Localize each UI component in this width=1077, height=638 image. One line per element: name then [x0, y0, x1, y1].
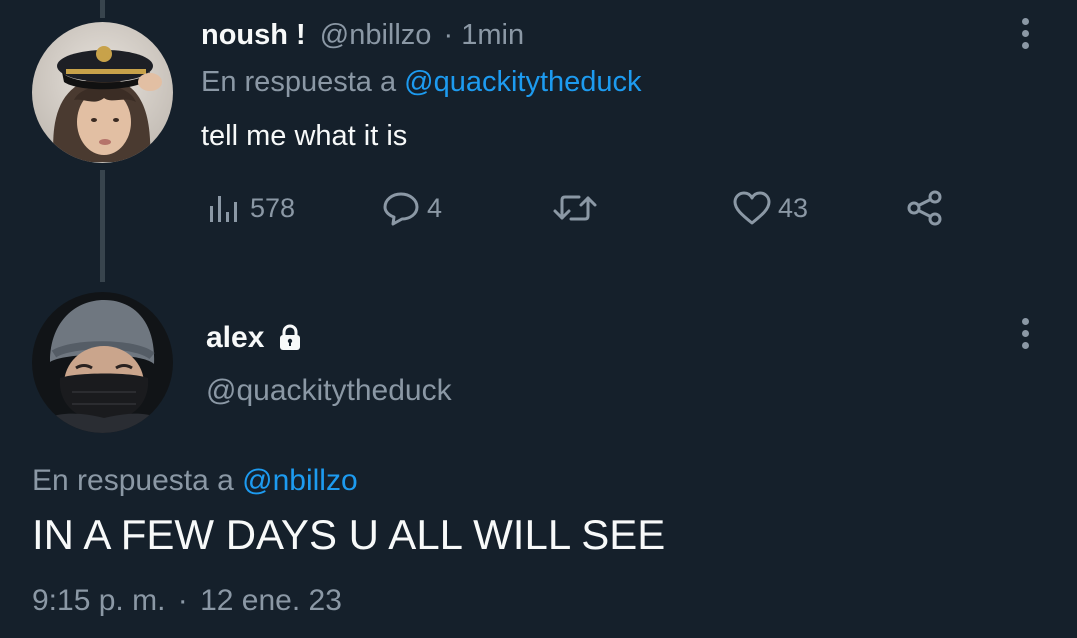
- views-count: 578: [250, 192, 296, 223]
- share-button[interactable]: [906, 186, 944, 230]
- main-replying-to: En respuesta a @nbillzo: [32, 461, 358, 501]
- reply-more-icon[interactable]: [1019, 18, 1031, 58]
- reply-time[interactable]: 1min: [461, 19, 524, 51]
- main-more-icon[interactable]: [1019, 318, 1031, 358]
- main-timestamp[interactable]: 9:15 p. m.: [32, 584, 165, 617]
- views-button[interactable]: 578: [208, 186, 295, 230]
- main-timestamp-row: 9:15 p. m. · 12 ene. 23: [32, 581, 342, 621]
- reply-replying-to-handle[interactable]: @quackitytheduck: [404, 66, 641, 98]
- likes-count: 43: [778, 192, 809, 223]
- avatar-noush-image: [32, 22, 173, 163]
- reply-author-line: noush ! @nbillzo · 1min: [201, 16, 524, 54]
- reply-separator: ·: [443, 19, 454, 51]
- retweet-button[interactable]: [552, 186, 607, 230]
- replies-count: 4: [427, 192, 443, 223]
- avatar-noush[interactable]: [32, 22, 173, 163]
- reply-display-name[interactable]: noush !: [201, 19, 306, 51]
- main-timestamp-separator: ·: [177, 584, 188, 617]
- avatar-alex[interactable]: [32, 292, 173, 433]
- thread-line-top: [100, 0, 105, 18]
- main-display-name[interactable]: alex: [206, 318, 264, 358]
- main-date[interactable]: 12 ene. 23: [200, 584, 342, 617]
- main-replying-to-handle[interactable]: @nbillzo: [242, 464, 358, 497]
- share-icon: [907, 190, 942, 226]
- avatar-alex-image: [32, 292, 173, 433]
- reply-replying-to: En respuesta a @quackitytheduck: [201, 63, 642, 101]
- retweet-icon: [553, 195, 597, 221]
- views-icon: [210, 196, 237, 222]
- reply-button[interactable]: 4: [381, 186, 442, 230]
- reply-icon: [383, 192, 419, 226]
- main-handle[interactable]: @quackitytheduck: [206, 371, 452, 411]
- main-text: IN A FEW DAYS U ALL WILL SEE: [32, 511, 666, 558]
- like-icon: [733, 191, 771, 225]
- main-replying-to-label: En respuesta a: [32, 464, 234, 497]
- thread-line-bottom: [100, 170, 105, 282]
- reply-handle[interactable]: @nbillzo: [320, 19, 432, 51]
- main-display-name-row: alex: [206, 318, 302, 358]
- reply-replying-to-label: En respuesta a: [201, 66, 397, 98]
- reply-text: tell me what it is: [201, 120, 408, 152]
- like-button[interactable]: 43: [732, 186, 808, 230]
- lock-icon: [280, 324, 301, 350]
